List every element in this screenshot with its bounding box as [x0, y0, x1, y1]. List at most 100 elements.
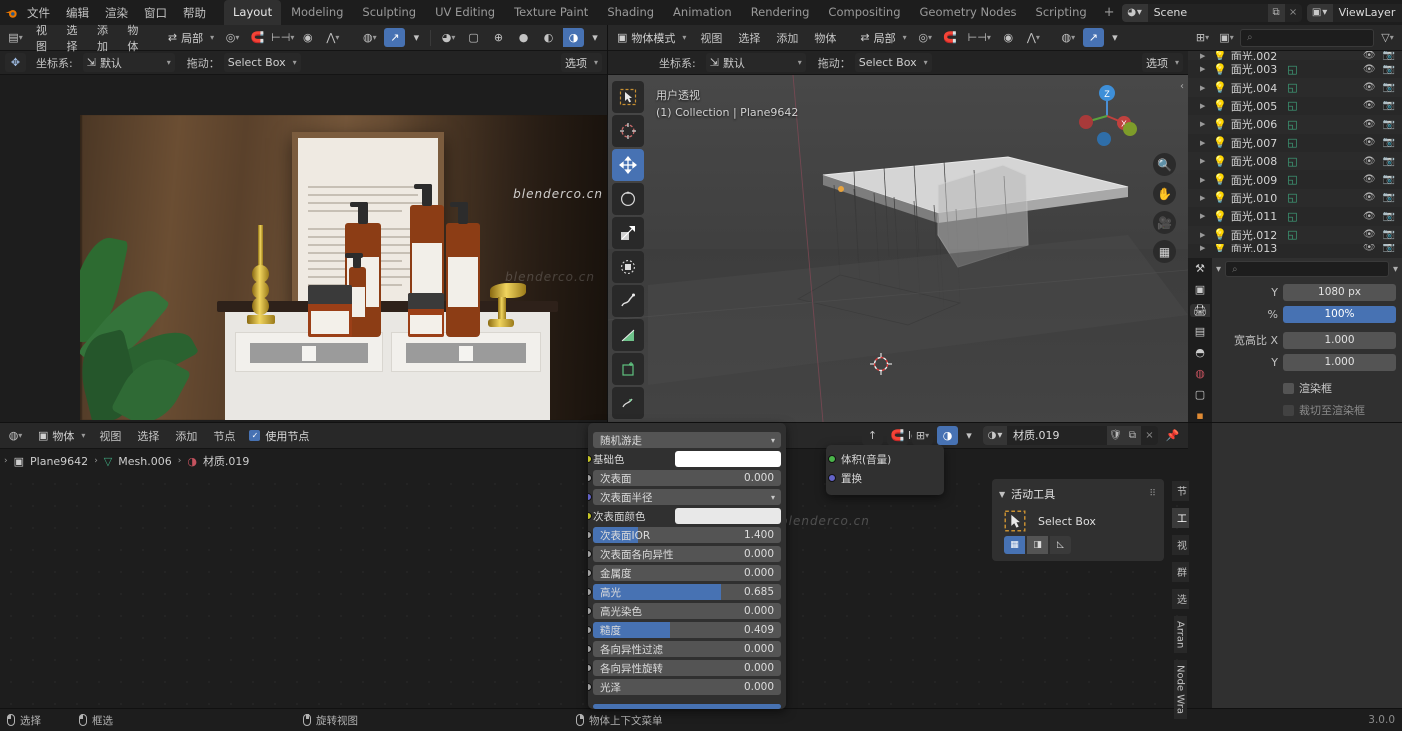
use-nodes-checkbox[interactable]: ✓: [249, 430, 261, 441]
tab-layout[interactable]: Layout: [224, 0, 282, 25]
render-camera-icon[interactable]: 📷: [1383, 82, 1395, 93]
shield-icon[interactable]: 🛡: [1107, 426, 1124, 445]
base-color-swatch[interactable]: [675, 451, 781, 467]
set-new-icon[interactable]: ▦: [1004, 536, 1025, 554]
sidebar-collapse-icon[interactable]: ‹: [1180, 81, 1184, 92]
principled-bsdf-node[interactable]: 随机游走 基础色 次表面 0.000: [588, 423, 786, 709]
socket-icon[interactable]: [588, 531, 592, 539]
gizmo-icon[interactable]: ↗: [384, 28, 406, 47]
navigation-gizmo[interactable]: Z X: [1072, 81, 1142, 151]
light-data-icon[interactable]: ◱: [1287, 63, 1297, 76]
expand-arrow-icon[interactable]: ▶: [1200, 139, 1209, 147]
expand-arrow-icon[interactable]: ▶: [1200, 157, 1209, 165]
tab-animation[interactable]: Animation: [664, 0, 741, 25]
specular-tint-field[interactable]: 高光染色 0.000: [593, 603, 781, 619]
scene-selector[interactable]: ◕ ▾ Scene ⧉ ×: [1121, 3, 1302, 22]
viewport-transform-dropdown[interactable]: ⇲ 默认 ▾: [705, 53, 806, 72]
orientation-dropdown[interactable]: ⇄ 局部 ▾: [163, 28, 219, 47]
node-input-base-color[interactable]: 基础色: [588, 450, 781, 468]
expand-arrow-icon[interactable]: ▶: [1200, 65, 1209, 73]
snap-to-icon[interactable]: ⊢⊣ ▾: [964, 28, 994, 47]
tab-texture-paint[interactable]: Texture Paint: [505, 0, 597, 25]
viewport-orientation-dropdown[interactable]: ⇄ 局部 ▾: [856, 28, 911, 47]
roughness-field[interactable]: 糙度 0.409: [593, 622, 781, 638]
measure-tool[interactable]: [612, 319, 644, 351]
visibility-eye-icon[interactable]: 👁: [1363, 51, 1376, 60]
image-menu-select[interactable]: 选择: [60, 20, 86, 56]
tab-options[interactable]: 选: [1171, 589, 1189, 609]
outliner-search-input[interactable]: ⌕: [1240, 28, 1374, 47]
shading-solid-icon[interactable]: ●: [513, 28, 535, 47]
node-input-metallic[interactable]: 金属度 0.000: [588, 564, 781, 582]
list-item[interactable]: ▶ 💡 面光.002 👁 📷: [1188, 51, 1402, 60]
camera-icon[interactable]: 🎥: [1153, 211, 1176, 234]
resolution-percent-field[interactable]: 100%: [1283, 305, 1396, 323]
tab-shading[interactable]: Shading: [598, 0, 663, 25]
visibility-eye-icon[interactable]: 👁: [1363, 229, 1376, 240]
visibility-eye-icon[interactable]: 👁: [1363, 64, 1376, 75]
socket-icon[interactable]: [588, 493, 592, 501]
node-input-displacement[interactable]: 置换: [828, 469, 939, 487]
visibility-eye-icon[interactable]: 👁: [1363, 244, 1376, 252]
viewport-canvas[interactable]: 用户透视 (1) Collection | Plane9642 ‹ Z X 🔍 …: [608, 75, 1188, 422]
snap-icon[interactable]: ◎ ▾: [222, 28, 244, 47]
select-box-tool[interactable]: [612, 81, 644, 113]
node-input-specular[interactable]: 高光 0.685: [588, 583, 781, 601]
viewport-gizmo-dropdown[interactable]: ▾: [1107, 28, 1122, 47]
crop-render-region-row[interactable]: 裁切至渲染框: [1212, 400, 1396, 420]
visibility-eye-icon[interactable]: 👁: [1363, 174, 1376, 185]
shading-wireframe-icon[interactable]: ⊕: [488, 28, 510, 47]
tab-compositing[interactable]: Compositing: [819, 0, 909, 25]
interaction-mode-dropdown[interactable]: ▣ 物体模式 ▾: [613, 28, 691, 47]
image-menu-add[interactable]: 添加: [91, 20, 117, 56]
image-menu-object[interactable]: 物体: [121, 20, 147, 56]
magnet-icon[interactable]: 🧲: [247, 28, 269, 47]
properties-options-icon[interactable]: ▾: [1393, 264, 1398, 275]
viewlayer-icon[interactable]: ▣ ▾: [1306, 3, 1333, 22]
active-tool-panel-header[interactable]: ▼ 活动工具 ⠿: [992, 483, 1164, 505]
node-input-subsurface-radius[interactable]: 次表面半径: [588, 488, 781, 506]
render-camera-icon[interactable]: 📷: [1383, 137, 1395, 148]
list-item[interactable]: ▶ 💡 面光.006 ◱ 👁 📷: [1188, 115, 1402, 134]
falloff-icon[interactable]: ⋀ ▾: [322, 28, 344, 47]
list-item[interactable]: ▶ 💡 面光.003 ◱ 👁 📷: [1188, 60, 1402, 78]
material-selector[interactable]: ◑ ▾ 材质.019 🛡 ⧉ ×: [983, 426, 1158, 445]
expand-arrow-icon[interactable]: ▶: [1200, 194, 1209, 202]
subsurface-color-swatch[interactable]: [675, 508, 781, 524]
magnet-icon[interactable]: 🧲: [939, 28, 961, 47]
outliner-editor-type-icon[interactable]: ⊞ ▾: [1192, 28, 1213, 47]
node-input-volume[interactable]: 体积(音量): [828, 450, 939, 468]
subsurface-anisotropy-field[interactable]: 次表面各向异性 0.000: [593, 546, 781, 562]
tool-tab[interactable]: ⚒: [1190, 262, 1210, 275]
proportional-edit-icon[interactable]: ◉: [297, 28, 319, 47]
expand-arrow-icon[interactable]: ▶: [1200, 120, 1209, 128]
socket-icon[interactable]: [588, 474, 592, 482]
image-options-dropdown[interactable]: 选项 ▾: [560, 53, 602, 72]
new-scene-icon[interactable]: ⧉: [1267, 3, 1285, 22]
render-region-checkbox[interactable]: [1283, 382, 1294, 394]
specular-field[interactable]: 高光 0.685: [593, 584, 781, 600]
light-data-icon[interactable]: ◱: [1287, 210, 1297, 223]
viewport-visibility-icon[interactable]: ◍ ▾: [1057, 28, 1079, 47]
gizmo-dropdown-icon[interactable]: ▾: [409, 28, 424, 47]
transform-orientation-dropdown[interactable]: ⇲ 默认 ▾: [82, 53, 175, 72]
scene-name[interactable]: Scene: [1147, 3, 1268, 22]
list-item[interactable]: ▶ 💡 面光.013 👁 📷: [1188, 244, 1402, 252]
editor-type-icon[interactable]: ▤ ▾: [5, 28, 26, 47]
socket-icon[interactable]: [588, 455, 592, 463]
image-menu-view[interactable]: 视图: [30, 20, 56, 56]
render-camera-icon[interactable]: 📷: [1383, 156, 1395, 167]
node-input-subsurface-color[interactable]: 次表面颜色: [588, 507, 781, 525]
pan-hand-icon[interactable]: ✋: [1153, 182, 1176, 205]
viewport-menu-add[interactable]: 添加: [770, 28, 804, 48]
expand-arrow-icon[interactable]: ▶: [1200, 244, 1209, 252]
ortho-grid-icon[interactable]: ▦: [1153, 240, 1176, 263]
tab-group[interactable]: 群: [1171, 562, 1189, 582]
shader-menu-select[interactable]: 选择: [131, 426, 165, 446]
viewport-drag-dropdown[interactable]: Select Box ▾: [854, 53, 932, 72]
node-input-subsurface-anisotropy[interactable]: 次表面各向异性 0.000: [588, 545, 781, 563]
viewport-gizmo-icon[interactable]: ↗: [1082, 28, 1104, 47]
scene-icon[interactable]: ◕ ▾: [1121, 3, 1148, 22]
list-item[interactable]: ▶ 💡 面光.004 ◱ 👁 📷: [1188, 78, 1402, 97]
close-icon[interactable]: ×: [1141, 426, 1158, 445]
